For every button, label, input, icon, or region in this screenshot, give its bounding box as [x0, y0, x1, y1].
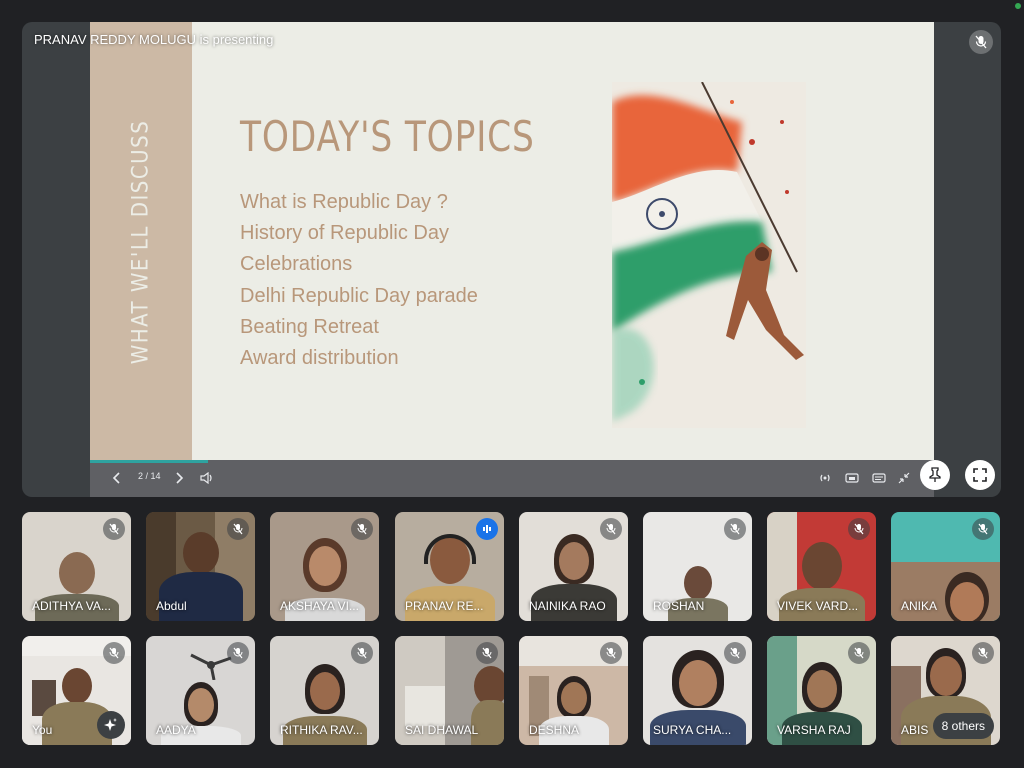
presenter-label: PRANAV REDDY MOLUGU is presenting [34, 32, 274, 47]
slide-side-band: WHAT WE'LL DISCUSS [90, 22, 192, 460]
participant-tile[interactable]: AADYA [146, 636, 255, 745]
layout-icon[interactable] [845, 472, 859, 484]
participant-name: RITHIKA RAV... [280, 723, 363, 737]
participant-name: PRANAV RE... [405, 599, 484, 613]
participant-name: AADYA [156, 723, 196, 737]
muted-mic-icon [848, 642, 870, 664]
muted-mic-icon [724, 518, 746, 540]
muted-mic-icon [848, 518, 870, 540]
participant-name: ADITHYA VA... [32, 599, 111, 613]
participant-name: You [32, 723, 53, 737]
broadcast-icon[interactable] [818, 472, 832, 484]
topic-item: History of Republic Day [240, 222, 449, 245]
slide-heading: TODAY'S TOPICS [240, 112, 535, 161]
participant-tile-self[interactable]: You [22, 636, 131, 745]
effects-button[interactable] [97, 711, 125, 739]
participant-name: VARSHA RAJ [777, 723, 851, 737]
topic-item: Delhi Republic Day parade [240, 284, 478, 307]
fullscreen-icon [973, 468, 987, 482]
participant-tile[interactable]: RITHIKA RAV... [270, 636, 379, 745]
slide: WHAT WE'LL DISCUSS TODAY'S TOPICS What i… [90, 22, 934, 460]
next-slide-button[interactable] [174, 472, 184, 484]
participant-name: VIVEK VARD... [777, 599, 859, 613]
participant-tile[interactable]: ADITHYA VA... [22, 512, 131, 621]
slide-vertical-title: WHAT WE'LL DISCUSS [128, 119, 154, 365]
topic-item: Award distribution [240, 346, 399, 369]
participant-tile[interactable]: ANIKA [891, 512, 1000, 621]
participant-tile[interactable]: PRANAV RE... [395, 512, 504, 621]
participant-tile[interactable]: ROSHAN [643, 512, 752, 621]
participant-name: AKSHAYA VI... [280, 599, 359, 613]
participant-name: ABIS [901, 723, 929, 737]
participant-name: SAI DHAWAL [405, 723, 479, 737]
participant-tile[interactable]: SURYA CHA... [643, 636, 752, 745]
participant-name: Abdul [156, 599, 187, 613]
muted-mic-icon [972, 518, 994, 540]
fullscreen-button[interactable] [965, 460, 995, 490]
muted-mic-icon [600, 642, 622, 664]
muted-mic-icon [227, 642, 249, 664]
muted-mic-icon [103, 642, 125, 664]
participant-name: SURYA CHA... [653, 723, 732, 737]
muted-mic-icon [969, 30, 993, 54]
muted-mic-icon [600, 518, 622, 540]
participant-name: ANIKA [901, 599, 938, 613]
muted-mic-icon [724, 642, 746, 664]
status-indicator [1015, 3, 1021, 9]
sparkle-icon [104, 718, 117, 731]
participant-tile[interactable]: VARSHA RAJ [767, 636, 876, 745]
participant-name: DESHNA [529, 723, 580, 737]
collapse-icon[interactable] [898, 472, 910, 484]
page-indicator: 2 / 14 [138, 471, 161, 481]
others-count-button[interactable]: 8 others [932, 713, 994, 739]
topic-item: Celebrations [240, 253, 353, 276]
participant-tile[interactable]: VIVEK VARD... [767, 512, 876, 621]
slide-controls: 2 / 14 [90, 460, 934, 497]
topic-item: What is Republic Day ? [240, 191, 448, 213]
flag-illustration [612, 82, 806, 428]
participant-tile[interactable]: ABIS 8 others [891, 636, 1000, 745]
speaking-icon [476, 518, 498, 540]
presentation-stage: PRANAV REDDY MOLUGU is presenting WHAT W… [22, 22, 1001, 497]
pin-button[interactable] [920, 460, 950, 490]
previous-slide-button[interactable] [112, 472, 122, 484]
participant-tile[interactable]: DESHNA [519, 636, 628, 745]
muted-mic-icon [351, 642, 373, 664]
captions-icon[interactable] [872, 472, 886, 484]
volume-icon[interactable] [200, 472, 214, 484]
participant-tile[interactable]: SAI DHAWAL [395, 636, 504, 745]
muted-mic-icon [476, 642, 498, 664]
muted-mic-icon [103, 518, 125, 540]
participant-name: NAINIKA RAO [529, 599, 606, 613]
muted-mic-icon [972, 642, 994, 664]
participant-tile[interactable]: Abdul [146, 512, 255, 621]
participant-tile[interactable]: NAINIKA RAO [519, 512, 628, 621]
topics-list: What is Republic Day ? History of Republ… [240, 187, 478, 374]
muted-mic-icon [227, 518, 249, 540]
slide-progress-bar [90, 460, 209, 463]
participant-name: ROSHAN [653, 599, 705, 613]
topic-item: Beating Retreat [240, 315, 379, 338]
participant-tile[interactable]: AKSHAYA VI... [270, 512, 379, 621]
muted-mic-icon [351, 518, 373, 540]
pin-icon [929, 467, 941, 482]
